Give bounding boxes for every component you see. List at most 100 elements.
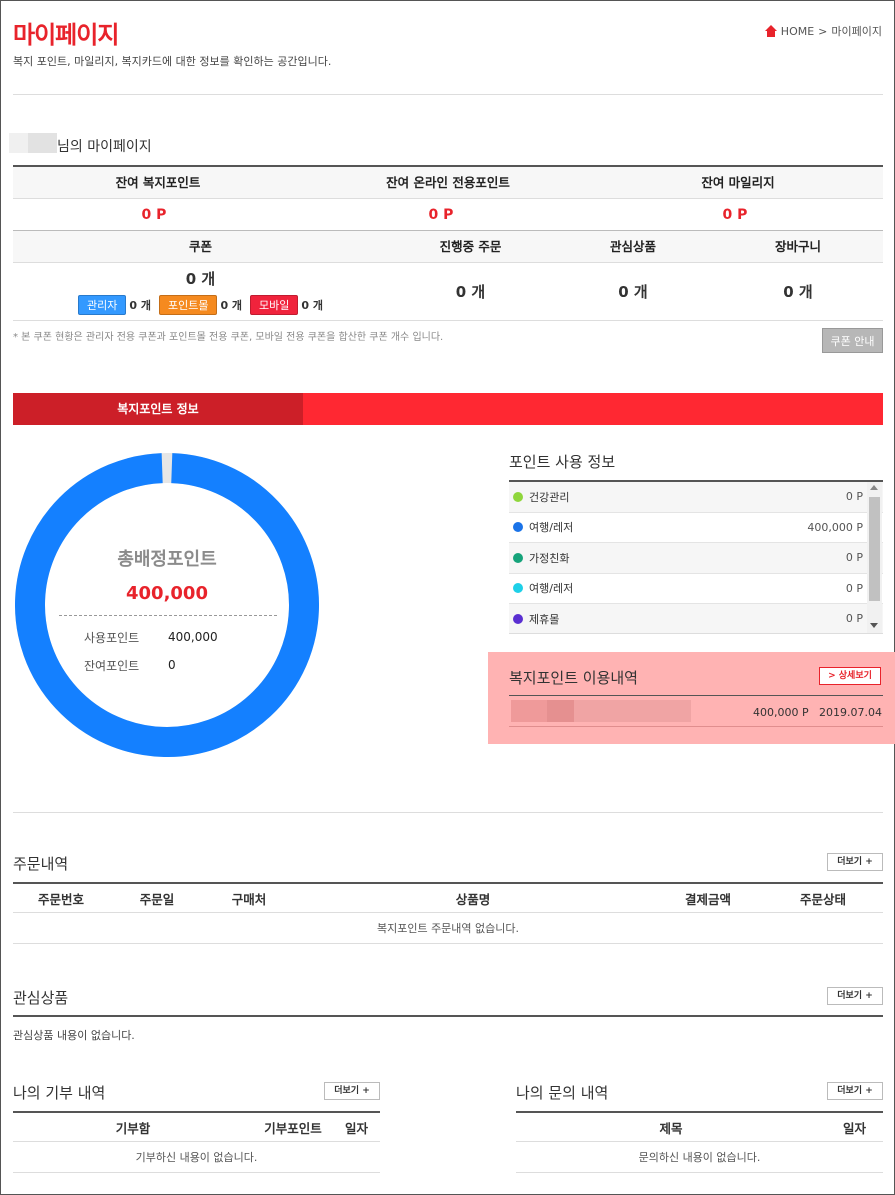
orders-empty: 복지포인트 주문내역 없습니다. [13, 913, 883, 944]
wishlist-more-button[interactable]: 더보기 + [827, 987, 883, 1005]
donut-total: 400,000 [126, 583, 208, 604]
col-donation-points: 기부포인트 [264, 1121, 322, 1136]
wishlist-divider [13, 1015, 883, 1017]
coupon-type-pointmall[interactable]: 포인트몰 0 개 [158, 295, 243, 315]
scroll-down-icon[interactable] [870, 623, 878, 628]
detail-view-button[interactable]: > 상세보기 [819, 667, 881, 685]
inquiry-more-button[interactable]: 더보기 + [827, 1082, 883, 1100]
home-icon[interactable] [764, 25, 777, 37]
history-masked-text [511, 700, 691, 722]
orders-label: 진행중 주문 [439, 239, 502, 254]
col-amount: 결제금액 [684, 892, 731, 907]
category-value: 0 P [845, 581, 863, 595]
point-usage-title: 포인트 사용 정보 [509, 453, 616, 471]
welfare-value: 0 P [141, 206, 167, 223]
category-name: 제휴몰 [529, 612, 560, 626]
cart-value[interactable]: 0 개 [713, 281, 883, 302]
donation-more-button[interactable]: 더보기 + [324, 1082, 380, 1100]
wishlist-title: 관심상품 [13, 989, 69, 1007]
category-value: 0 P [845, 490, 863, 504]
list-item: 건강관리 0 P [509, 482, 883, 513]
list-item: 가정친화 0 P [509, 543, 883, 574]
col-donation-date: 일자 [344, 1121, 368, 1136]
mileage-value: 0 P [722, 206, 748, 223]
category-dot-icon [513, 552, 523, 563]
section-divider [13, 812, 883, 813]
online-label: 잔여 온라인 전용포인트 [386, 175, 510, 190]
col-store: 구매처 [231, 892, 267, 907]
username-masked [9, 133, 57, 153]
donut-separator [59, 615, 277, 616]
col-inquiry-date: 일자 [842, 1121, 866, 1136]
page-title: 마이페이지 [13, 21, 119, 49]
col-donation-box: 기부함 [115, 1121, 151, 1136]
col-status: 주문상태 [799, 892, 846, 907]
breadcrumb: HOME > 마이페이지 [764, 23, 882, 39]
mileage-label: 잔여 마일리지 [701, 175, 775, 190]
orders-value[interactable]: 0 개 [388, 281, 553, 302]
coupon-tag-pointmall: 포인트몰 [158, 295, 218, 315]
category-value: 400,000 P [807, 520, 863, 534]
inquiry-title: 나의 문의 내역 [516, 1084, 609, 1102]
col-order-no: 주문번호 [37, 892, 84, 907]
coupon-label: 쿠폰 [188, 239, 212, 254]
wishlist-empty: 관심상품 내용이 없습니다. [13, 1029, 135, 1042]
wish-value[interactable]: 0 개 [553, 281, 713, 302]
scrollbar-thumb[interactable] [869, 497, 880, 601]
coupon-value[interactable]: 0 개 [13, 268, 388, 289]
category-name: 여행/레저 [529, 521, 574, 535]
col-order-date: 주문일 [139, 892, 175, 907]
summary-counts-values: 0 개 관리자 0 개 포인트몰 0 개 모바일 0 개 0 개 0 개 0 개 [13, 263, 883, 321]
coupon-tag-mobile: 모바일 [250, 295, 299, 315]
remain-points-value: 0 [168, 658, 176, 672]
col-inquiry-subject: 제목 [659, 1121, 683, 1136]
orders-title: 주문내역 [13, 855, 69, 873]
cart-label: 장바구니 [774, 239, 821, 254]
breadcrumb-current: 마이페이지 [831, 25, 882, 38]
category-value: 0 P [845, 612, 863, 626]
wish-label: 관심상품 [609, 239, 656, 254]
coupon-count-pointmall: 0 개 [220, 299, 243, 312]
category-name: 여행/레저 [529, 582, 574, 596]
summary-points-header: 잔여 복지포인트 잔여 온라인 전용포인트 잔여 마일리지 [13, 167, 883, 199]
category-dot-icon [513, 583, 523, 594]
history-date: 2019.07.04 [819, 706, 882, 719]
category-name: 건강관리 [529, 490, 570, 504]
page-subtitle: 복지 포인트, 마일리지, 복지카드에 대한 정보를 확인하는 공간입니다. [13, 55, 332, 68]
coupon-guide-button[interactable]: 쿠폰 안내 [822, 328, 883, 353]
welfare-donut-chart [15, 453, 319, 757]
remain-points-label: 잔여포인트 [84, 659, 140, 673]
coupon-type-admin[interactable]: 관리자 0 개 [77, 295, 151, 315]
category-value: 0 P [845, 551, 863, 565]
tab-welfare-info[interactable]: 복지포인트 정보 [13, 393, 303, 425]
coupon-types: 관리자 0 개 포인트몰 0 개 모바일 0 개 [13, 295, 388, 315]
donut-title: 총배정포인트 [117, 549, 217, 570]
breadcrumb-home[interactable]: HOME [781, 25, 814, 38]
orders-table: 주문번호 주문일 구매처 상품명 결제금액 주문상태 복지포인트 주문내역 없습… [13, 882, 883, 944]
coupon-count-mobile: 0 개 [301, 299, 324, 312]
col-product: 상품명 [455, 892, 491, 907]
coupon-cell: 0 개 관리자 0 개 포인트몰 0 개 모바일 0 개 [13, 268, 388, 315]
category-dot-icon [513, 613, 523, 624]
history-highlight [488, 652, 895, 744]
scroll-up-icon[interactable] [870, 485, 878, 490]
used-points-label: 사용포인트 [84, 631, 140, 645]
donation-empty: 기부하신 내용이 없습니다. [13, 1142, 380, 1173]
orders-table-header: 주문번호 주문일 구매처 상품명 결제금액 주문상태 [13, 882, 883, 913]
inquiry-empty: 문의하신 내용이 없습니다. [516, 1142, 883, 1173]
donation-table: 기부함 기부포인트 일자 기부하신 내용이 없습니다. [13, 1111, 380, 1173]
category-dot-icon [513, 522, 523, 533]
coupon-type-mobile[interactable]: 모바일 0 개 [250, 295, 323, 315]
history-amount: 400,000 P [753, 706, 809, 719]
used-points-value: 400,000 [168, 630, 218, 644]
list-item: 여행/레저 0 P [509, 574, 883, 604]
inquiry-table-header: 제목 일자 [516, 1111, 883, 1142]
coupon-tag-admin: 관리자 [77, 295, 127, 315]
point-usage-list[interactable]: 건강관리 0 P 여행/레저 400,000 P 가정친화 0 P 여행/레저 0 P … [509, 480, 883, 634]
category-dot-icon [513, 491, 523, 502]
inquiry-table: 제목 일자 문의하신 내용이 없습니다. [516, 1111, 883, 1173]
header-divider [13, 94, 883, 95]
history-divider [509, 695, 883, 696]
breadcrumb-separator: > [818, 24, 828, 38]
orders-more-button[interactable]: 더보기 + [827, 853, 883, 871]
